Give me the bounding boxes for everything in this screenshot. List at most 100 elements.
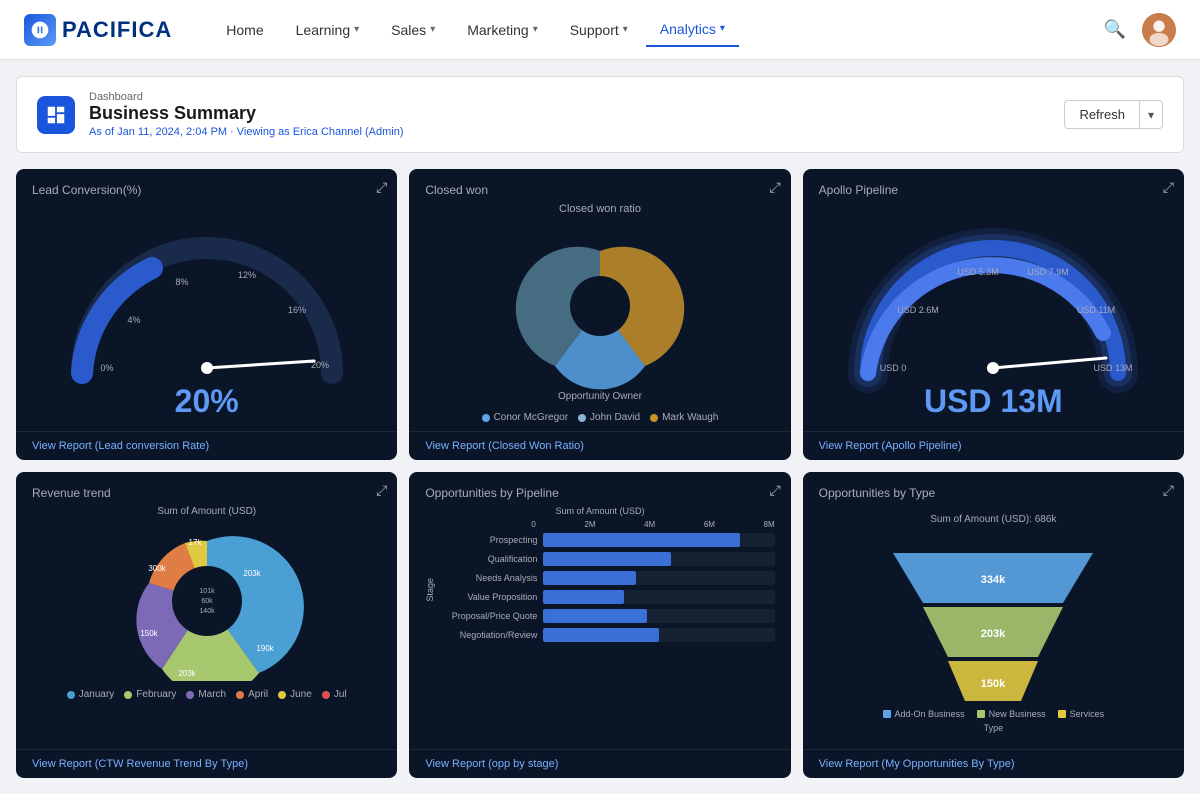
svg-text:203k: 203k: [243, 569, 261, 578]
logo-text: PACIFICA: [62, 17, 172, 43]
legend-conor: Conor McGregor: [482, 412, 568, 423]
rev-legend-jan: January: [67, 689, 115, 700]
svg-text:101k: 101k: [199, 588, 215, 595]
dashboard-label: Dashboard: [89, 91, 1064, 103]
apollo-pipeline-expand[interactable]: ⤢: [1163, 179, 1174, 196]
rev-legend-mar: March: [186, 689, 226, 700]
logo-icon: [24, 14, 56, 46]
bar-axis: 0 2M 4M 6M 8M: [425, 520, 774, 529]
nav-links: Home Learning ▾ Sales ▾ Marketing ▾ Supp…: [212, 13, 1103, 47]
bar-chart-title: Sum of Amount (USD): [425, 506, 774, 516]
svg-text:USD 5.3M: USD 5.3M: [958, 267, 1000, 277]
bar-label-proposal: Proposal/Price Quote: [437, 611, 537, 621]
refresh-group: Refresh ▾: [1064, 100, 1163, 129]
svg-text:203k: 203k: [178, 669, 196, 678]
donut-title: Closed won ratio: [559, 203, 641, 215]
lead-conversion-footer[interactable]: View Report (Lead conversion Rate): [16, 431, 397, 460]
closed-won-legend: Conor McGregor John David Mark Waugh: [482, 412, 719, 423]
lead-conversion-expand[interactable]: ⤢: [376, 179, 387, 196]
svg-text:16%: 16%: [288, 305, 306, 315]
funnel-wrap: Sum of Amount (USD): 686k 334k 203k 150k: [819, 506, 1168, 741]
nav-learning[interactable]: Learning ▾: [282, 14, 374, 46]
closed-won-body: Closed won ⤢ Closed won ratio: [409, 169, 790, 431]
bar-label-value: Value Proposition: [437, 592, 537, 602]
closed-won-expand[interactable]: ⤢: [769, 179, 780, 196]
nav-marketing[interactable]: Marketing ▾: [453, 14, 552, 46]
fl-new: New Business: [977, 709, 1046, 719]
bar-row-value: Value Proposition: [437, 590, 774, 604]
apollo-pipeline-card: Apollo Pipeline ⤢ USD 0 US: [803, 169, 1184, 460]
nav-analytics[interactable]: Analytics ▾: [646, 13, 739, 47]
rev-legend-feb: February: [124, 689, 176, 700]
dashboard-title-group: Dashboard Business Summary As of Jan 11,…: [89, 91, 1064, 138]
nav-support[interactable]: Support ▾: [556, 14, 642, 46]
closed-won-footer[interactable]: View Report (Closed Won Ratio): [409, 431, 790, 460]
bar-track-negotiation: [543, 628, 774, 642]
apollo-pipeline-body: Apollo Pipeline ⤢ USD 0 US: [803, 169, 1184, 431]
apollo-pipeline-footer[interactable]: View Report (Apollo Pipeline): [803, 431, 1184, 460]
charts-grid: Lead Conversion(%) ⤢ 0% 4% 8%: [16, 169, 1184, 778]
dashboard-header: Dashboard Business Summary As of Jan 11,…: [16, 76, 1184, 153]
bar-label-qualification: Qualification: [437, 554, 537, 564]
svg-text:12%: 12%: [238, 270, 256, 280]
opp-pipeline-body: Opportunities by Pipeline ⤢ Sum of Amoun…: [409, 472, 790, 749]
opp-type-footer[interactable]: View Report (My Opportunities By Type): [803, 749, 1184, 778]
svg-text:203k: 203k: [981, 628, 1006, 640]
bar-chart-wrap: Sum of Amount (USD) 0 2M 4M 6M 8M Stage …: [425, 506, 774, 647]
rev-legend-jul: Jul: [322, 689, 347, 700]
fl-addon-dot: [883, 710, 891, 718]
revenue-trend-body: Revenue trend ⤢ Sum of Amount (USD): [16, 472, 397, 749]
opp-pipeline-card: Opportunities by Pipeline ⤢ Sum of Amoun…: [409, 472, 790, 778]
closed-won-card: Closed won ⤢ Closed won ratio: [409, 169, 790, 460]
logo[interactable]: PACIFICA: [24, 14, 172, 46]
closed-won-title: Closed won: [425, 183, 774, 197]
fl-addon: Add-On Business: [883, 709, 965, 719]
refresh-button[interactable]: Refresh: [1064, 100, 1139, 129]
revenue-donut-label: Sum of Amount (USD): [157, 506, 256, 517]
bar-row-needs: Needs Analysis: [437, 571, 774, 585]
opp-type-expand[interactable]: ⤢: [1163, 482, 1174, 499]
bar-track-prospecting: [543, 533, 774, 547]
dashboard-title: Business Summary: [89, 103, 1064, 124]
nav-sales[interactable]: Sales ▾: [377, 14, 449, 46]
opp-owner-label: Opportunity Owner: [558, 391, 642, 402]
revenue-trend-footer[interactable]: View Report (CTW Revenue Trend By Type): [16, 749, 397, 778]
apollo-gauge-svg: USD 0 USD 2.6M USD 5.3M USD 7.9M USD 11M…: [819, 213, 1168, 393]
search-icon[interactable]: 🔍: [1104, 19, 1126, 40]
svg-text:USD 13M: USD 13M: [1094, 363, 1133, 373]
bar-row-qualification: Qualification: [437, 552, 774, 566]
donut-container: Closed won ratio Opportunity Owner: [425, 203, 774, 423]
dashboard-subtitle: As of Jan 11, 2024, 2:04 PM · Viewing as…: [89, 126, 1064, 138]
opp-pipeline-title: Opportunities by Pipeline: [425, 486, 774, 500]
rev-legend-jun: June: [278, 689, 312, 700]
opp-pipeline-footer[interactable]: View Report (opp by stage): [409, 749, 790, 778]
bar-row-proposal: Proposal/Price Quote: [437, 609, 774, 623]
opp-pipeline-expand[interactable]: ⤢: [769, 482, 780, 499]
revenue-trend-expand[interactable]: ⤢: [376, 482, 387, 499]
gauge-svg-wrap: 0% 4% 8% 12% 16% 20%: [32, 213, 381, 393]
refresh-dropdown[interactable]: ▾: [1139, 100, 1163, 129]
bar-chart-inner: Stage Prospecting Qualification: [425, 533, 774, 647]
dashboard-icon: [37, 96, 75, 134]
bar-label-negotiation: Negotiation/Review: [437, 630, 537, 640]
opp-type-title: Opportunities by Type: [819, 486, 1168, 500]
opp-type-card: Opportunities by Type ⤢ Sum of Amount (U…: [803, 472, 1184, 778]
type-label: Type: [984, 723, 1004, 733]
svg-text:8%: 8%: [175, 277, 188, 287]
bar-track-value: [543, 590, 774, 604]
svg-text:USD 11M: USD 11M: [1077, 305, 1115, 315]
svg-text:0%: 0%: [100, 363, 113, 373]
bar-track-proposal: [543, 609, 774, 623]
svg-text:60k: 60k: [201, 598, 213, 605]
lead-conversion-body: Lead Conversion(%) ⤢ 0% 4% 8%: [16, 169, 397, 431]
svg-text:150k: 150k: [981, 678, 1006, 690]
legend-mark: Mark Waugh: [650, 412, 718, 423]
nav-home[interactable]: Home: [212, 14, 277, 46]
funnel-title: Sum of Amount (USD): 686k: [930, 514, 1056, 525]
opp-type-body: Opportunities by Type ⤢ Sum of Amount (U…: [803, 472, 1184, 749]
svg-text:USD 7.9M: USD 7.9M: [1028, 267, 1070, 277]
avatar[interactable]: [1142, 13, 1176, 47]
fl-new-dot: [977, 710, 985, 718]
gauge-value: 20%: [175, 383, 239, 420]
rev-legend-apr: April: [236, 689, 268, 700]
